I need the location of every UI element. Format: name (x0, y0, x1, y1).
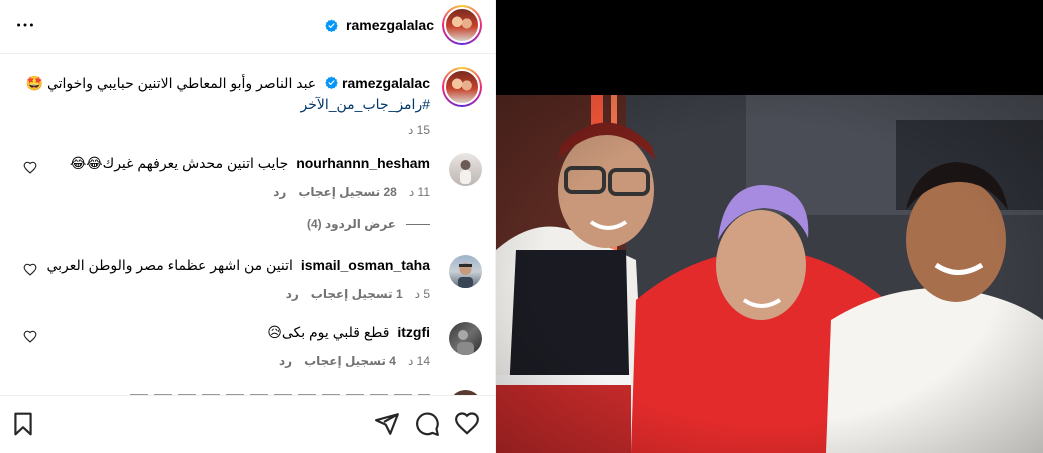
heart-icon[interactable] (23, 330, 37, 344)
verified-badge-icon (325, 19, 338, 32)
header-user[interactable]: ramezgalalac (325, 5, 482, 45)
caption-hashtag[interactable]: #رامز_جاب_من_الآخر (300, 96, 430, 112)
more-icon[interactable] (14, 14, 36, 36)
comment-likes[interactable]: 1 تسجيل إعجاب (311, 284, 403, 304)
reply-button[interactable]: رد (279, 351, 292, 371)
share-icon[interactable] (374, 411, 400, 437)
comment-item: nourhannn_hesham جايب اتنين محدش يعرفهم … (14, 153, 482, 202)
reply-button[interactable]: رد (273, 182, 286, 202)
comment-likes[interactable]: 4 تسجيل إعجاب (304, 351, 396, 371)
view-replies-label: عرض الردود (4) (306, 217, 396, 231)
post-caption: ramezgalalac عبد الناصر وأبو المعاطي الا… (22, 67, 482, 141)
comment-item: ismail_osman_taha اتنين من اشهر عظماء مص… (14, 255, 482, 304)
comment-time: 14 د (407, 354, 430, 368)
reply-button[interactable]: رد (286, 284, 299, 304)
comment-username[interactable]: ismail_osman_taha (301, 257, 430, 273)
comments-scroll-area[interactable]: ramezgalalac عبد الناصر وأبو المعاطي الا… (0, 55, 496, 395)
comment-username[interactable]: nourhannn_hesham (296, 155, 430, 171)
comment-avatar[interactable] (449, 322, 482, 355)
comment-avatar[interactable] (449, 255, 482, 288)
heart-icon[interactable] (23, 263, 37, 277)
replies-divider (406, 223, 430, 225)
header-avatar[interactable] (442, 5, 482, 45)
caption-time: 15 د (407, 123, 430, 137)
comment-username[interactable]: itzgfi (397, 324, 430, 340)
comment-time: 5 د (414, 287, 430, 301)
caption-username[interactable]: ramezgalalac (342, 75, 430, 91)
comment-text: جايب اتنين محدش يعرفهم غيرك😂😂 (69, 155, 289, 171)
heart-icon[interactable] (454, 411, 480, 437)
post-header: ramezgalalac (0, 0, 496, 54)
header-username[interactable]: ramezgalalac (346, 17, 434, 33)
comment-icon[interactable] (414, 411, 440, 437)
caption-text: عبد الناصر وأبو المعاطي الاتنين حبايبي و… (25, 75, 317, 91)
heart-icon[interactable] (23, 161, 37, 175)
caption-avatar[interactable] (442, 67, 482, 107)
comment-avatar[interactable] (449, 153, 482, 186)
comment-item: itzgfi قطع قلبي يوم بكى😥 14 د 4 تسجيل إع… (14, 322, 482, 371)
comment-time: 11 د (408, 185, 430, 199)
bookmark-icon[interactable] (10, 411, 36, 437)
comment-likes[interactable]: 28 تسجيل إعجاب (298, 182, 397, 202)
post-image[interactable] (496, 0, 1043, 453)
comment-text: اتنين من اشهر عظماء مصر والوطن العربي (46, 257, 293, 273)
view-replies-button[interactable]: عرض الردود (4) (307, 217, 430, 231)
comment-text: قطع قلبي يوم بكى😥 (267, 324, 390, 340)
action-bar (0, 395, 496, 453)
post-details-panel: ramezgalalac ramezgalalac عبد الناصر وأب… (0, 0, 496, 453)
verified-badge-icon (325, 76, 338, 89)
